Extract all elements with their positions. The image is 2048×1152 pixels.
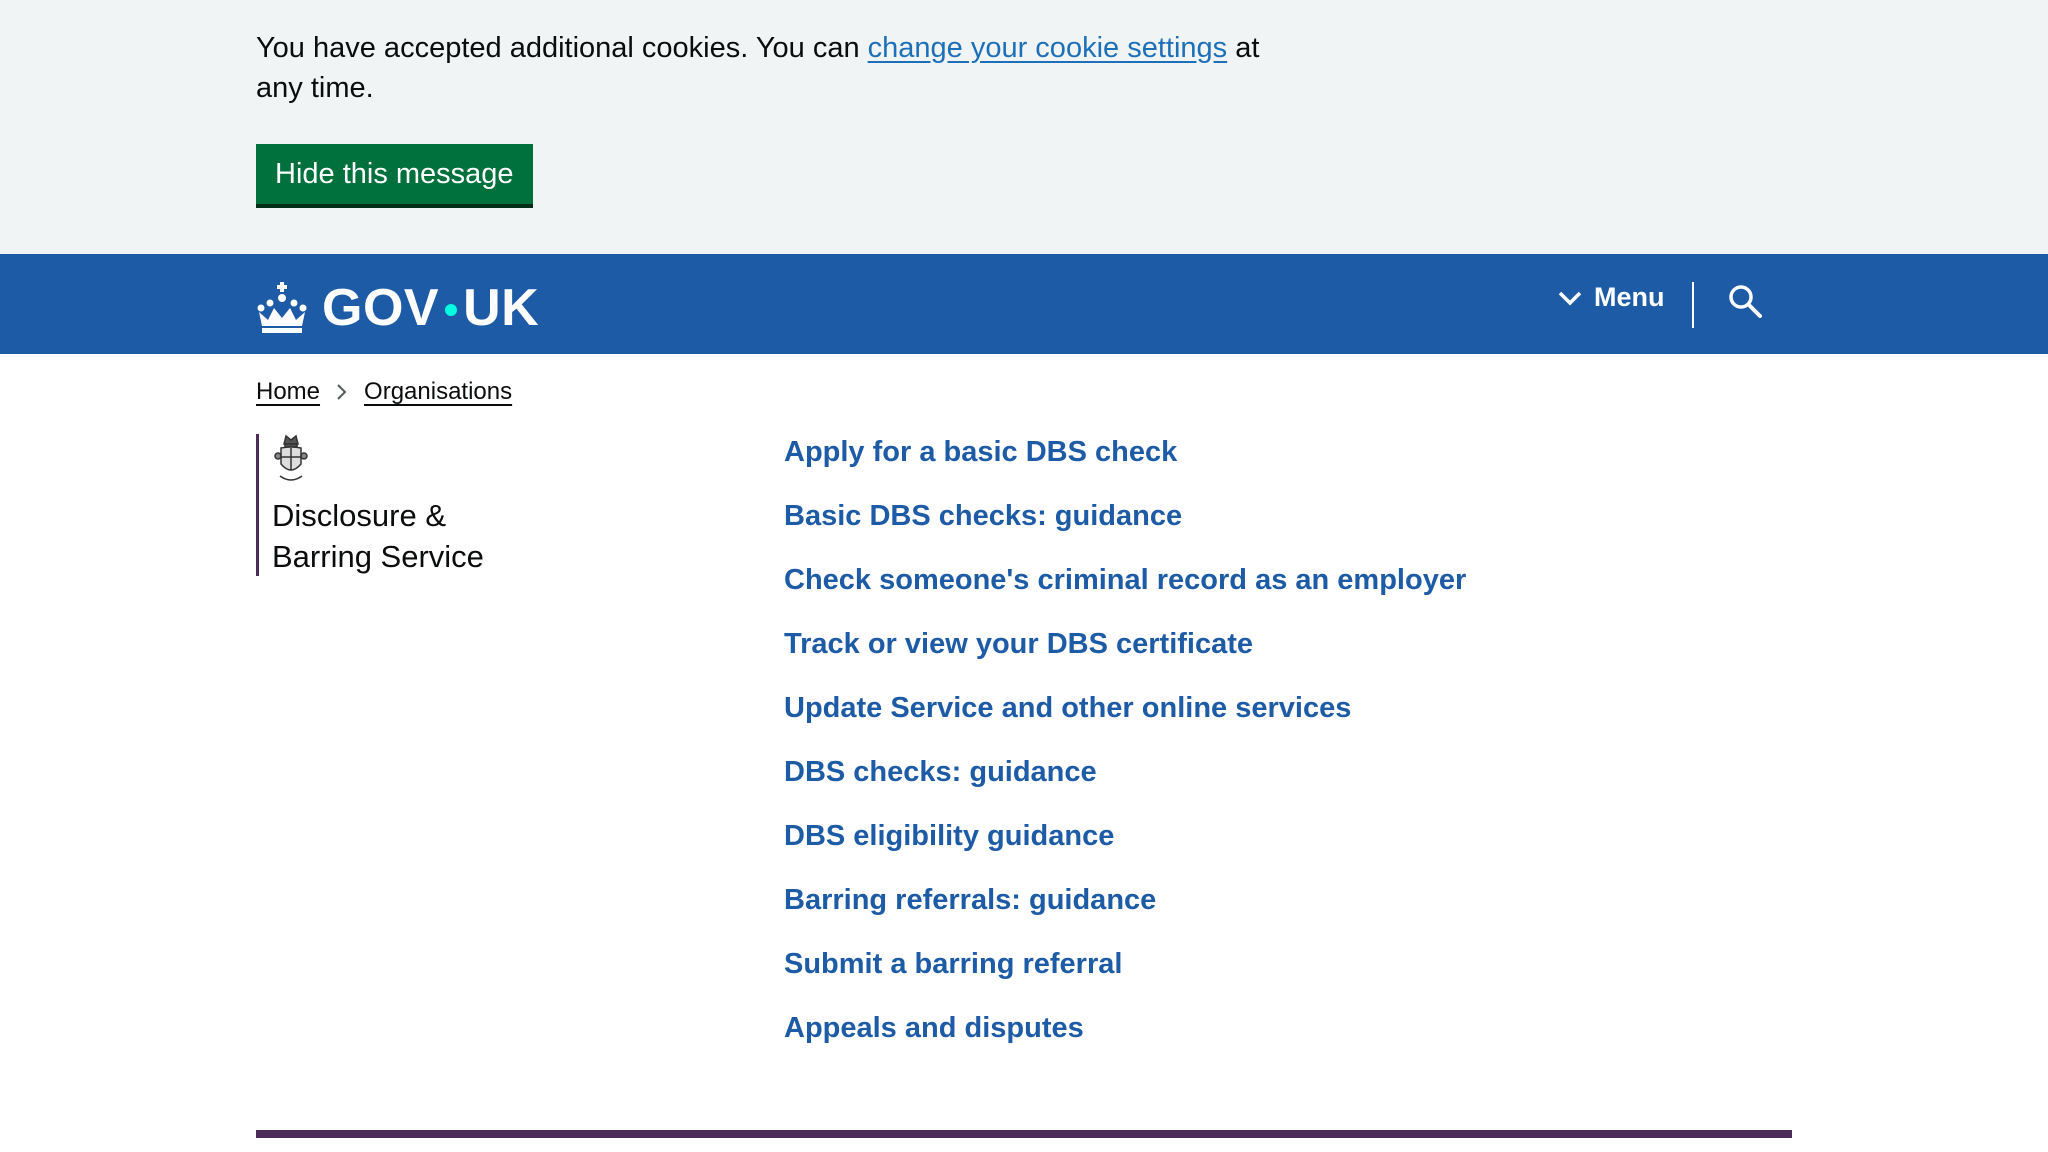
cookie-text-before: You have accepted additional cookies. Yo… <box>256 32 868 64</box>
search-icon[interactable] <box>1728 284 1762 318</box>
list-item: Check someone's criminal record as an em… <box>784 560 1466 624</box>
hide-message-button[interactable]: Hide this message <box>256 144 533 208</box>
link-submit-barring-referral[interactable]: Submit a barring referral <box>784 948 1122 980</box>
list-item: DBS checks: guidance <box>784 752 1466 816</box>
organisation-name: Disclosure & Barring Service <box>272 495 484 577</box>
list-item: Barring referrals: guidance <box>784 880 1466 944</box>
chevron-right-icon <box>337 384 347 400</box>
menu-button[interactable]: Menu <box>1558 282 1665 313</box>
govuk-logotype: GOV UK <box>322 278 539 338</box>
breadcrumb-home[interactable]: Home <box>256 378 320 406</box>
cookie-banner: You have accepted additional cookies. Yo… <box>0 0 2048 254</box>
link-check-criminal-record[interactable]: Check someone's criminal record as an em… <box>784 564 1466 596</box>
organisation-logo: Disclosure & Barring Service <box>256 434 484 576</box>
link-dbs-eligibility[interactable]: DBS eligibility guidance <box>784 820 1114 852</box>
chevron-down-icon <box>1558 291 1582 305</box>
cookie-settings-link[interactable]: change your cookie settings <box>868 32 1228 64</box>
link-track-certificate[interactable]: Track or view your DBS certificate <box>784 628 1253 660</box>
link-appeals-disputes[interactable]: Appeals and disputes <box>784 1012 1084 1044</box>
list-item: DBS eligibility guidance <box>784 816 1466 880</box>
list-item: Track or view your DBS certificate <box>784 624 1466 688</box>
link-dbs-checks-guidance[interactable]: DBS checks: guidance <box>784 756 1097 788</box>
link-barring-referrals-guidance[interactable]: Barring referrals: guidance <box>784 884 1156 916</box>
list-item: Apply for a basic DBS check <box>784 432 1466 496</box>
list-item: Update Service and other online services <box>784 688 1466 752</box>
govuk-logo-link[interactable]: GOV UK <box>256 278 539 338</box>
list-item: Basic DBS checks: guidance <box>784 496 1466 560</box>
link-apply-basic-dbs-check[interactable]: Apply for a basic DBS check <box>784 436 1177 468</box>
cookie-message: You have accepted additional cookies. Yo… <box>256 28 1296 108</box>
logo-gov-text: GOV <box>322 279 440 337</box>
link-update-service[interactable]: Update Service and other online services <box>784 692 1351 724</box>
featured-links-list: Apply for a basic DBS check Basic DBS ch… <box>784 432 1466 1072</box>
organisation-name-line2: Barring Service <box>272 539 484 574</box>
site-header: GOV UK Menu <box>0 254 2048 354</box>
section-divider <box>256 1130 1792 1138</box>
link-basic-dbs-guidance[interactable]: Basic DBS checks: guidance <box>784 500 1182 532</box>
header-divider <box>1692 282 1694 328</box>
royal-crest-icon <box>274 434 308 481</box>
organisation-name-line1: Disclosure & <box>272 498 446 533</box>
menu-label: Menu <box>1594 282 1665 312</box>
breadcrumb: Home Organisations <box>256 378 512 406</box>
logo-dot-icon <box>445 304 458 316</box>
list-item: Submit a barring referral <box>784 944 1466 1008</box>
crown-icon <box>257 282 307 333</box>
list-item: Appeals and disputes <box>784 1008 1466 1072</box>
logo-uk-text: UK <box>463 279 540 337</box>
breadcrumb-organisations[interactable]: Organisations <box>364 378 512 406</box>
